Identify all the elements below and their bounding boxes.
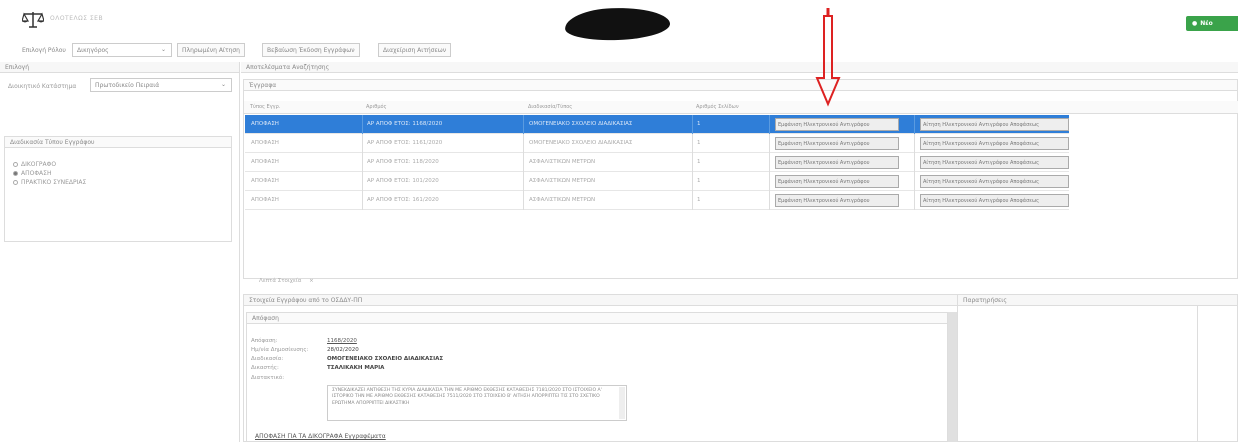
field-judge: Δικαστής: ΤΣΑΛΙΚΑΚΗ ΜΑΡΙΑ bbox=[251, 365, 385, 371]
new-button[interactable]: ● Νέο bbox=[1186, 16, 1238, 31]
detail-scrollbar[interactable] bbox=[948, 312, 957, 442]
store-select[interactable]: Πρωτοδικείο Πειραιά ⌄ bbox=[90, 78, 232, 92]
show-copy-button[interactable]: Εμφάνιση Ηλεκτρονικού Αντιγράφου bbox=[775, 137, 899, 150]
option-apofasi[interactable]: ΑΠΟΦΑΣΗ bbox=[13, 169, 223, 178]
field-publish-date: Ημ/νία Δημοσίευσης: 28/02/2020 bbox=[251, 347, 359, 353]
col-type[interactable]: Τύπος Εγγρ. bbox=[250, 104, 280, 110]
toolbar: Επιλογή Ρόλου Δικηγόρος ⌄ Πληρωμένη Αίτη… bbox=[0, 42, 1238, 60]
show-copy-button[interactable]: Εμφάνιση Ηλεκτρονικού Αντιγράφου bbox=[775, 118, 899, 131]
operative-textarea[interactable]: ΣΥΝΕΚΔΙΚΑΖΕΙ ΑΝΤΙΘΕΣΗ ΤΗΣ ΚΥΡΙΑ ΔΙΑΔΙΚΑΣ… bbox=[327, 385, 627, 421]
col-procedure[interactable]: Διαδικασία/Τύπος bbox=[528, 104, 572, 110]
chevron-down-icon: ⌄ bbox=[220, 81, 226, 88]
notes-panel: Παρατηρήσεις bbox=[957, 294, 1238, 442]
main-area: Αποτελέσματα Αναζήτησης Έγγραφα Τύπος Εγ… bbox=[241, 8, 1238, 442]
request-copy-button[interactable]: Αίτηση Ηλεκτρονικού Αντιγράφου Αποφάσεως bbox=[920, 137, 1069, 150]
show-copy-button[interactable]: Εμφάνιση Ηλεκτρονικού Αντιγράφου bbox=[775, 156, 899, 169]
documents-header: Έγγραφα bbox=[244, 80, 1237, 91]
plus-icon: ● bbox=[1192, 20, 1198, 27]
field-decision: Απόφαση: 1168/2020 bbox=[251, 338, 357, 344]
option-praktiko[interactable]: ΠΡΑΚΤΙΚΟ ΣΥΝΕΔΡΙΑΣ bbox=[13, 178, 223, 187]
request-copy-button[interactable]: Αίτηση Ηλεκτρονικού Αντιγράφου Αποφάσεως bbox=[920, 156, 1069, 169]
request-copy-button[interactable]: Αίτηση Ηλεκτρονικού Αντιγράφου Αποφάσεως bbox=[920, 118, 1069, 131]
store-label: Διοικητικό Κατάστημα bbox=[8, 83, 77, 90]
textarea-scrollbar[interactable] bbox=[619, 387, 625, 419]
table-row[interactable]: ΑΠΟΦΑΣΗ ΑΡ ΑΠΟΦ ΕΤΟΣ: 118/2020 ΑΣΦΑΛΙΣΤΙ… bbox=[245, 153, 1069, 172]
grid-header: Τύπος Εγγρ. Αριθμός Διαδικασία/Τύπος Αρι… bbox=[244, 101, 1238, 114]
documents-link[interactable]: ΑΠΟΦΑΣΗ ΓΙΑ ΤΑ ΔΙΚΟΓΡΑΦΑ Εγγραφέματα bbox=[255, 433, 386, 440]
show-copy-button[interactable]: Εμφάνιση Ηλεκτρονικού Αντιγράφου bbox=[775, 194, 899, 207]
field-procedure: Διαδικασία: ΟΜΟΓΕΝΕΙΑΚΟ ΣΧΟΛΕΙΟ ΔΙΑΔΙΚΑΣ… bbox=[251, 356, 444, 362]
role-select[interactable]: Δικηγόρος ⌄ bbox=[72, 43, 172, 57]
chevron-down-icon: ⌄ bbox=[160, 46, 166, 53]
col-pages[interactable]: Αριθμός Σελίδων bbox=[696, 104, 739, 110]
redacted-area bbox=[564, 6, 671, 42]
doc-type-options: ΔΙΚΟΓΡΑΦΟ ΑΠΟΦΑΣΗ ΠΡΑΚΤΙΚΟ ΣΥΝΕΔΡΙΑΣ bbox=[5, 148, 231, 199]
field-operative: Διατακτικό: bbox=[251, 375, 285, 381]
left-panel: Επιλογή Διοικητικό Κατάστημα Πρωτοδικείο… bbox=[0, 62, 240, 442]
radio-icon bbox=[13, 162, 18, 167]
results-grid: Έγγραφα Τύπος Εγγρ. Αριθμός Διαδικασία/Τ… bbox=[243, 79, 1238, 279]
scales-logo-icon bbox=[22, 12, 44, 28]
decision-panel: Απόφαση Απόφαση: 1168/2020 Ημ/νία Δημοσί… bbox=[246, 312, 948, 442]
details-tab[interactable]: Λεπτά Στοιχεία × bbox=[259, 278, 314, 284]
notes-header: Παρατηρήσεις bbox=[958, 295, 1237, 306]
table-row[interactable]: ΑΠΟΦΑΣΗ ΑΡ ΑΠΟΦ ΕΤΟΣ: 1168/2020 ΟΜΟΓΕΝΕΙ… bbox=[245, 115, 1069, 134]
close-icon[interactable]: × bbox=[309, 278, 314, 284]
results-title: Αποτελέσματα Αναζήτησης bbox=[241, 62, 1238, 73]
radio-icon bbox=[13, 180, 18, 185]
decision-link[interactable]: 1168/2020 bbox=[327, 338, 357, 344]
col-number[interactable]: Αριθμός bbox=[366, 104, 387, 110]
manage-requests-button[interactable]: Διαχείριση Αιτήσεων bbox=[378, 43, 452, 57]
request-copy-button[interactable]: Αίτηση Ηλεκτρονικού Αντιγράφου Αποφάσεως bbox=[920, 194, 1069, 207]
table-row[interactable]: ΑΠΟΦΑΣΗ ΑΡ ΑΠΟΦ ΕΤΟΣ: 161/2020 ΑΣΦΑΛΙΣΤΙ… bbox=[245, 191, 1069, 210]
show-copy-button[interactable]: Εμφάνιση Ηλεκτρονικού Αντιγράφου bbox=[775, 175, 899, 188]
option-dikografo[interactable]: ΔΙΚΟΓΡΑΦΟ bbox=[13, 160, 223, 169]
doc-type-filter: Διαδικασία Τύπου Εγγράφου ΔΙΚΟΓΡΑΦΟ ΑΠΟΦ… bbox=[4, 136, 232, 242]
role-label: Επιλογή Ρόλου bbox=[22, 47, 66, 54]
certificate-button[interactable]: Βεβαίωση Έκδοση Εγγράφων bbox=[262, 43, 360, 57]
left-panel-header: Επιλογή bbox=[0, 62, 239, 73]
radio-selected-icon bbox=[13, 171, 18, 176]
red-arrow-icon bbox=[815, 8, 841, 107]
app-title: ΟΛΟΤΕΛΩΣ ΣΕΒ bbox=[50, 15, 104, 22]
request-copy-button[interactable]: Αίτηση Ηλεκτρονικού Αντιγράφου Αποφάσεως bbox=[920, 175, 1069, 188]
filter-header: Διαδικασία Τύπου Εγγράφου bbox=[5, 137, 231, 148]
table-row[interactable]: ΑΠΟΦΑΣΗ ΑΡ ΑΠΟΦ ΕΤΟΣ: 101/2020 ΑΣΦΑΛΙΣΤΙ… bbox=[245, 172, 1069, 191]
table-row[interactable]: ΑΠΟΦΑΣΗ ΑΡ ΑΠΟΦ ΕΤΟΣ: 1161/2020 ΟΜΟΓΕΝΕΙ… bbox=[245, 134, 1069, 153]
decision-header: Απόφαση bbox=[247, 313, 947, 324]
paid-request-button[interactable]: Πληρωμένη Αίτηση bbox=[177, 43, 245, 57]
store-row: Διοικητικό Κατάστημα Πρωτοδικείο Πειραιά… bbox=[0, 73, 239, 99]
